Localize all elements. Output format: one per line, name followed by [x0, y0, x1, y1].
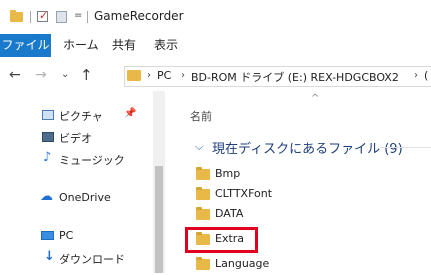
file-row-language[interactable]: Language: [196, 255, 431, 275]
tab-home[interactable]: ホーム: [63, 34, 99, 57]
file-name: Bmp: [215, 167, 241, 180]
back-arrow-icon[interactable]: ←: [9, 67, 21, 83]
properties-icon[interactable]: [37, 9, 48, 22]
folder-icon: [196, 257, 210, 270]
file-row-bmp[interactable]: Bmp: [196, 165, 431, 185]
folder-icon: [196, 207, 210, 220]
highlight-box: [185, 227, 258, 253]
breadcrumb-next[interactable]: (: [424, 69, 428, 82]
tab-view[interactable]: 表示: [154, 34, 178, 57]
nav-item-pictures[interactable]: ピクチャ 📌: [0, 104, 158, 128]
file-name: Language: [215, 257, 270, 270]
nav-item-label: ビデオ: [59, 132, 92, 145]
breadcrumb-drive[interactable]: BD-ROM ドライブ (E:) REX-HDGCBOX2: [191, 69, 399, 85]
quick-access-dropdown[interactable]: =: [74, 10, 82, 21]
videos-icon: [42, 132, 54, 142]
ribbon-tabs: ファイル ホーム 共有 表示: [0, 34, 431, 58]
folder-icon: [196, 167, 210, 180]
nav-scrollbar-thumb[interactable]: [155, 166, 163, 273]
window-title: GameRecorder: [94, 9, 184, 23]
forward-arrow-icon[interactable]: →: [35, 67, 47, 83]
column-header-name[interactable]: 名前: [190, 108, 212, 124]
nav-item-label: ミュージック: [59, 154, 125, 167]
separator: [30, 11, 31, 23]
chevron-right-icon[interactable]: ›: [147, 70, 151, 81]
group-header[interactable]: 現在ディスクにあるファイル (9): [212, 138, 403, 157]
chevron-right-icon[interactable]: ›: [414, 70, 418, 81]
folder-icon: [196, 187, 210, 200]
file-row-clttxfont[interactable]: CLTTXFont: [196, 185, 431, 205]
tab-share[interactable]: 共有: [112, 34, 136, 57]
file-name: DATA: [215, 207, 244, 220]
nav-item-label: PC: [59, 229, 74, 242]
nav-item-label: ダウンロード: [59, 253, 125, 266]
nav-item-music[interactable]: ♪ ミュージック: [0, 148, 158, 172]
onedrive-icon: ☁: [40, 189, 53, 204]
separator: [87, 11, 88, 23]
nav-item-onedrive[interactable]: ☁ OneDrive: [0, 187, 158, 211]
tab-file[interactable]: ファイル: [0, 34, 51, 57]
chevron-down-icon[interactable]: ⌵: [195, 140, 203, 154]
breadcrumb-pc[interactable]: PC: [157, 69, 171, 82]
recent-locations-chevron-icon[interactable]: ⌄: [61, 69, 69, 80]
folder-icon: [127, 70, 141, 81]
nav-item-label: ピクチャ: [59, 110, 103, 123]
group-divider: [380, 147, 431, 148]
nav-item-label: OneDrive: [59, 191, 111, 204]
pc-icon: [41, 231, 54, 240]
nav-item-downloads[interactable]: ↓ ダウンロード: [0, 247, 158, 271]
folder-icon[interactable]: [10, 10, 23, 22]
pin-icon[interactable]: 📌: [124, 108, 136, 119]
title-bar: = GameRecorder: [0, 0, 431, 34]
downloads-icon: ↓: [44, 249, 55, 264]
sort-chevron-icon[interactable]: ^: [311, 93, 319, 104]
music-icon: ♪: [43, 150, 52, 165]
up-arrow-icon[interactable]: ↑: [80, 66, 93, 84]
pictures-icon: [42, 110, 54, 120]
nav-item-pc[interactable]: PC: [0, 225, 158, 249]
nav-item-videos[interactable]: ビデオ: [0, 126, 158, 150]
file-name: CLTTXFont: [215, 187, 273, 200]
file-row-data[interactable]: DATA: [196, 205, 431, 225]
chevron-right-icon[interactable]: ›: [181, 70, 185, 81]
new-folder-icon[interactable]: [56, 11, 67, 23]
